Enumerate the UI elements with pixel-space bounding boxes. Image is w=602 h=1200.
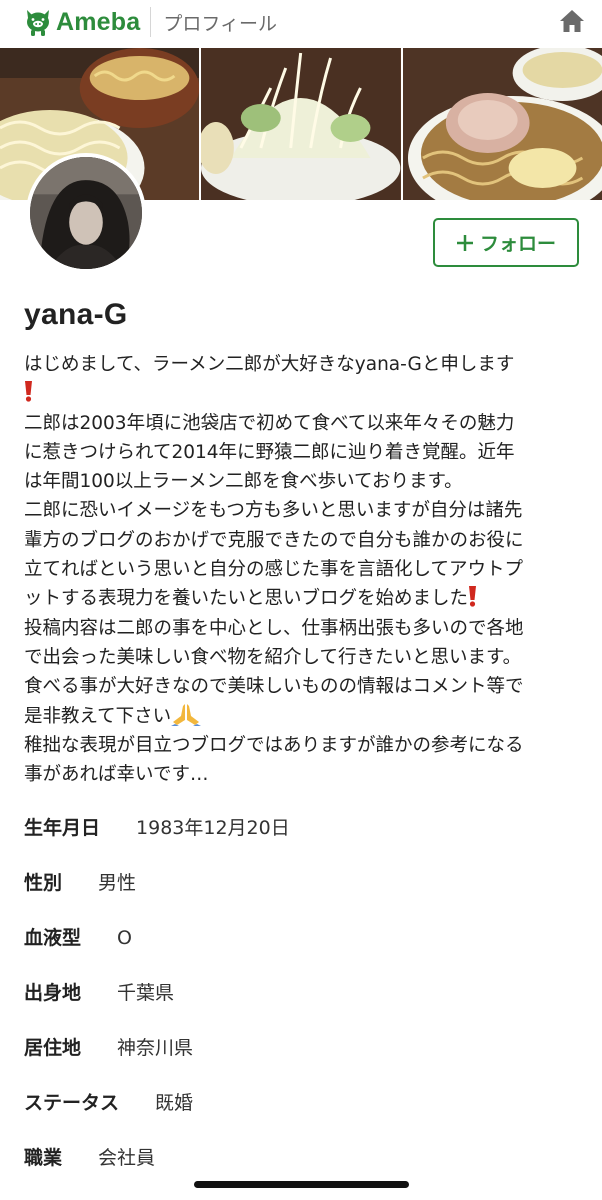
- info-value: 会社員: [98, 1147, 156, 1169]
- info-value: 既婚: [155, 1092, 194, 1114]
- info-row-blood-type: 血液型 O: [24, 923, 132, 950]
- info-value: 男性: [98, 872, 137, 894]
- info-label: 居住地: [24, 1037, 82, 1059]
- bio-line: 二郎は2003年頃に池袋店で初めて食べて以来年々その魅力: [24, 412, 515, 434]
- ramen-photo-3: [402, 48, 602, 200]
- info-label: 性別: [24, 872, 63, 894]
- profile-bio: はじめまして、ラーメン二郎が大好きなyana-Gと申します 二郎は2003年頃に…: [24, 350, 584, 789]
- ameba-logo-text: Ameba: [56, 7, 141, 36]
- bio-line: はじめまして、ラーメン二郎が大好きなyana-Gと申します: [24, 354, 515, 375]
- praying-hands-icon: [171, 703, 202, 726]
- info-label: 出身地: [24, 982, 82, 1004]
- header-divider: [150, 7, 152, 37]
- plus-icon: [456, 234, 473, 251]
- bio-line: ットする表現力を養いたいと思いブログを始めました: [24, 584, 584, 613]
- profile-name: yana-G: [24, 298, 128, 331]
- profile-avatar[interactable]: [26, 153, 146, 273]
- app-header: Ameba プロフィール: [0, 0, 602, 44]
- info-label: 血液型: [24, 927, 82, 949]
- exclamation-icon: [25, 381, 32, 402]
- bio-line: 輩方のブログのおかげで克服できたので自分も誰かのお役に: [24, 529, 524, 551]
- info-value: 1983年12月20日: [136, 817, 290, 839]
- page-title: プロフィール: [163, 12, 277, 35]
- ameba-pig-logo-icon: [27, 10, 49, 36]
- info-row-residence: 居住地 神奈川県: [24, 1033, 193, 1060]
- info-label: 職業: [24, 1147, 63, 1169]
- exclamation-icon: [469, 586, 477, 607]
- bio-line: 稚拙な表現が目立つブログではありますが誰かの参考になる: [24, 734, 524, 756]
- profile-page: Ameba プロフィール フォロー yana-G はじめまして、ラーメン二郎が大…: [0, 0, 602, 1200]
- bio-line: 投稿内容は二郎の事を中心とし、仕事柄出張も多いので各地: [24, 617, 524, 639]
- info-row-status: ステータス 既婚: [24, 1088, 193, 1115]
- bio-line: 是非教えて下さい: [24, 702, 584, 731]
- bio-line: 食べる事が大好きなので美味しいものの情報はコメント等で: [24, 676, 524, 698]
- bio-line: 立てればという思いと自分の感じた事を言語化してアウトプ: [24, 559, 523, 581]
- info-row-birthday: 生年月日 1983年12月20日: [24, 813, 290, 840]
- bio-line: に惹きつけられて2014年に野猿二郎に辿り着き覚醒。近年: [24, 441, 515, 463]
- bio-text: 是非教えて下さい: [24, 705, 172, 727]
- ameba-logo[interactable]: Ameba: [24, 7, 140, 37]
- follow-label: フォロー: [479, 233, 556, 255]
- info-value: O: [117, 927, 132, 949]
- info-value: 千葉県: [117, 982, 175, 1004]
- home-indicator-bar[interactable]: [194, 1181, 409, 1188]
- bio-line: [24, 379, 584, 408]
- info-label: ステータス: [24, 1092, 120, 1114]
- info-label: 生年月日: [24, 817, 101, 839]
- ramen-photo-2: [201, 48, 401, 200]
- home-icon[interactable]: [558, 8, 586, 34]
- follow-button[interactable]: フォロー: [433, 218, 579, 267]
- bio-line: 二郎に恐いイメージをもつ方も多いと思いますが自分は諸先: [24, 500, 523, 522]
- info-value: 神奈川県: [117, 1037, 194, 1059]
- info-row-birthplace: 出身地 千葉県: [24, 978, 174, 1005]
- info-row-occupation: 職業 会社員: [24, 1143, 155, 1170]
- info-row-gender: 性別 男性: [24, 868, 136, 895]
- bio-text: ットする表現力を養いたいと思いブログを始めました: [24, 588, 469, 610]
- bio-line: 事があれば幸いです…: [24, 764, 209, 786]
- bio-line: は年間100以上ラーメン二郎を食べ歩いております。: [24, 471, 463, 493]
- bio-line: で出会った美味しい食べ物を紹介して行きたいと思います。: [24, 646, 522, 668]
